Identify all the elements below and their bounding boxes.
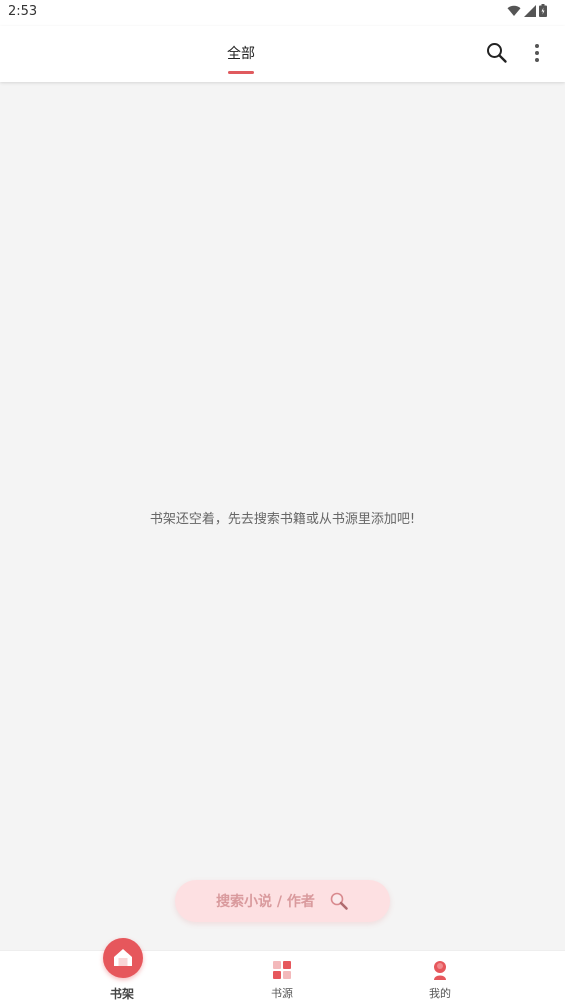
wifi-icon bbox=[507, 5, 521, 16]
bookshelf-icon bbox=[114, 949, 132, 966]
book-source-icon bbox=[273, 961, 291, 979]
tab-all[interactable]: 全部 bbox=[222, 26, 260, 82]
tab-label: 全部 bbox=[227, 46, 255, 62]
search-button[interactable] bbox=[484, 40, 510, 66]
app-screen: 2:53 全部 书架还空着，先去搜索书籍或从书源里添加吧! 搜索小说 / 作者 … bbox=[0, 0, 565, 1004]
status-time: 2:53 bbox=[8, 4, 38, 19]
bottom-navigation: 书架 书源 我的 bbox=[0, 938, 565, 1004]
status-bar: 2:53 bbox=[0, 0, 565, 26]
search-icon bbox=[487, 43, 507, 63]
more-vert-icon bbox=[535, 44, 539, 62]
empty-shelf-message: 书架还空着，先去搜索书籍或从书源里添加吧! bbox=[149, 512, 416, 527]
search-novel-label: 搜索小说 / 作者 bbox=[216, 894, 315, 910]
status-icons bbox=[507, 4, 547, 17]
bookshelf-active-bubble bbox=[103, 938, 143, 978]
nav-label-book-source: 书源 bbox=[271, 987, 293, 1000]
top-app-bar: 全部 bbox=[0, 26, 565, 82]
battery-icon bbox=[539, 4, 547, 17]
tab-indicator bbox=[228, 71, 254, 74]
signal-icon bbox=[524, 4, 536, 17]
nav-item-profile[interactable]: 我的 bbox=[400, 951, 480, 1004]
profile-icon bbox=[434, 961, 446, 980]
nav-item-book-source[interactable]: 书源 bbox=[242, 951, 322, 1004]
nav-label-profile: 我的 bbox=[429, 987, 451, 1000]
more-options-button[interactable] bbox=[528, 40, 546, 66]
search-novel-button[interactable]: 搜索小说 / 作者 bbox=[175, 880, 390, 922]
nav-label-bookshelf: 书架 bbox=[109, 987, 134, 1001]
nav-item-bookshelf[interactable]: 书架 bbox=[82, 938, 162, 1004]
magnifier-icon bbox=[330, 892, 348, 910]
